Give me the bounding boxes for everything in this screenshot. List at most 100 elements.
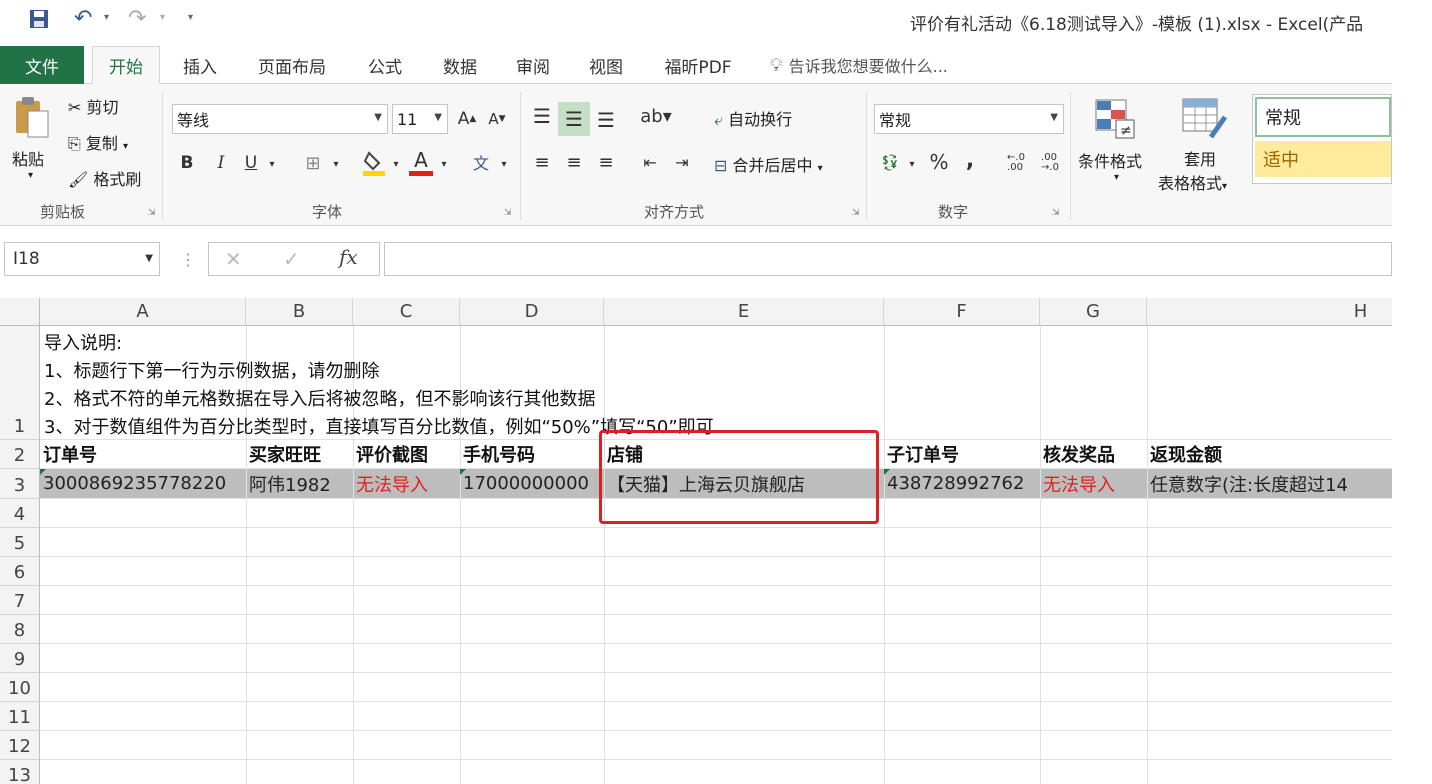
borders-dropdown-icon[interactable]: ▾ (330, 154, 342, 174)
align-middle-icon[interactable]: ☰ (558, 102, 590, 136)
alignment-launcher-icon[interactable]: ⇲ (852, 208, 860, 218)
underline-dropdown-icon[interactable]: ▾ (266, 154, 278, 174)
tab-foxit-pdf[interactable]: 福昕PDF (648, 46, 748, 84)
underline-button[interactable]: U (240, 150, 262, 176)
italic-button[interactable]: I (210, 150, 232, 176)
style-normal[interactable]: 常规 (1255, 97, 1391, 137)
formula-input[interactable] (384, 242, 1392, 276)
decrease-decimal-icon[interactable]: .00 →.0 (1036, 150, 1064, 176)
save-icon[interactable] (28, 8, 50, 34)
copy-button[interactable]: ⎘ 复制 ▾ (68, 130, 128, 154)
conditional-dropdown-icon[interactable]: ▾ (1114, 172, 1119, 183)
accounting-format-icon[interactable]: 💱︎ (876, 148, 904, 176)
fill-color-dropdown-icon[interactable]: ▾ (390, 154, 402, 174)
phonetic-icon[interactable]: 文 (466, 148, 496, 176)
row-header-9[interactable]: 9 (0, 644, 40, 673)
font-name-combo[interactable]: 等线 ▼ (172, 104, 388, 134)
row-header-4[interactable]: 4 (0, 499, 40, 528)
undo-icon[interactable]: ↶ (74, 6, 92, 31)
cell-sub-order-no[interactable]: 438728992762 (884, 469, 1040, 498)
row-header-10[interactable]: 10 (0, 673, 40, 702)
percent-button[interactable]: % (926, 148, 952, 176)
cell-buyer[interactable]: 阿伟1982 (246, 469, 353, 498)
font-color-icon[interactable]: A (408, 146, 434, 178)
tab-home[interactable]: 开始 (92, 46, 160, 84)
header-cell-cashback[interactable]: 返现金额 (1147, 440, 1392, 468)
undo-dropdown-icon[interactable]: ▾ (104, 12, 109, 23)
tab-insert[interactable]: 插入 (170, 46, 230, 84)
header-cell-phone[interactable]: 手机号码 (460, 440, 604, 468)
redo-icon[interactable]: ↷ (128, 6, 146, 31)
tell-me-box[interactable]: 💡︎ 告诉我您想要做什么... (770, 46, 948, 84)
paste-icon[interactable] (10, 94, 54, 140)
row-header-1[interactable]: 1 (0, 326, 40, 440)
format-as-table-icon[interactable] (1180, 96, 1228, 142)
cut-button[interactable]: ✂ 剪切 (68, 94, 119, 118)
row-header-6[interactable]: 6 (0, 557, 40, 586)
column-header-g[interactable]: G (1040, 298, 1147, 326)
header-cell-review-screenshot[interactable]: 评价截图 (353, 440, 460, 468)
column-header-c[interactable]: C (353, 298, 460, 326)
wrap-text-button[interactable]: ⤶ 自动换行 (714, 106, 792, 130)
align-top-icon[interactable]: ☰ (528, 102, 556, 130)
align-right-icon[interactable]: ≡ (592, 148, 620, 176)
header-cell-order-no[interactable]: 订单号 (40, 440, 246, 468)
column-header-b[interactable]: B (246, 298, 353, 326)
column-header-d[interactable]: D (460, 298, 604, 326)
decrease-indent-icon[interactable]: ⇤ (636, 148, 664, 176)
tab-view[interactable]: 视图 (576, 46, 636, 84)
row-header-12[interactable]: 12 (0, 731, 40, 760)
font-launcher-icon[interactable]: ⇲ (504, 208, 512, 218)
row-header-13[interactable]: 13 (0, 760, 40, 784)
increase-decimal-icon[interactable]: ←.0.00 (1002, 150, 1030, 176)
borders-icon[interactable]: ⊞ (300, 150, 326, 176)
tab-data[interactable]: 数据 (428, 46, 492, 84)
tab-page-layout[interactable]: 页面布局 (244, 46, 340, 84)
row-header-7[interactable]: 7 (0, 586, 40, 615)
increase-indent-icon[interactable]: ⇥ (668, 148, 696, 176)
copy-dropdown-icon[interactable]: ▾ (123, 141, 128, 152)
format-as-table-label-2[interactable]: 表格格式▾ (1158, 170, 1227, 194)
fill-color-icon[interactable] (360, 148, 388, 178)
column-header-h[interactable]: H (1147, 298, 1392, 326)
conditional-formatting-label[interactable]: 条件格式 (1078, 148, 1142, 172)
redo-dropdown-icon[interactable]: ▾ (160, 12, 165, 23)
number-format-combo[interactable]: 常规 ▼ (874, 104, 1064, 134)
row-header-5[interactable]: 5 (0, 528, 40, 557)
row-header-3[interactable]: 3 (0, 469, 40, 499)
accounting-dropdown-icon[interactable]: ▾ (906, 154, 918, 174)
insert-function-icon[interactable]: fx (339, 245, 358, 269)
cell-order-no[interactable]: 3000869235778220 (40, 469, 246, 498)
cell-phone[interactable]: 17000000000 (460, 469, 604, 498)
clipboard-launcher-icon[interactable]: ⇲ (148, 208, 156, 218)
row-header-2[interactable]: 2 (0, 440, 40, 469)
row-header-8[interactable]: 8 (0, 615, 40, 644)
align-center-icon[interactable]: ≡ (560, 148, 588, 176)
font-color-dropdown-icon[interactable]: ▾ (438, 154, 450, 174)
header-cell-sub-order-no[interactable]: 子订单号 (884, 440, 1040, 468)
merge-dropdown-icon[interactable]: ▾ (818, 163, 823, 174)
comma-button[interactable]: , (960, 146, 980, 174)
font-size-combo[interactable]: 11 ▼ (392, 104, 448, 134)
merge-center-button[interactable]: ⊟ 合并后居中 ▾ (714, 152, 823, 176)
bold-button[interactable]: B (176, 150, 198, 176)
enter-icon[interactable]: ✓ (283, 247, 300, 271)
header-cell-buyer[interactable]: 买家旺旺 (246, 440, 353, 468)
paste-dropdown-icon[interactable]: ▾ (28, 170, 33, 181)
increase-font-icon[interactable]: A ▲ (456, 106, 478, 132)
cell-styles-gallery[interactable]: 常规 适中 (1252, 94, 1392, 184)
align-bottom-icon[interactable]: ☰ (592, 106, 620, 134)
customize-qat-icon[interactable]: ▾ (188, 12, 193, 23)
row-header-11[interactable]: 11 (0, 702, 40, 731)
worksheet-grid[interactable]: A B C D E F G H 1 2 3 4 5 6 7 8 9 10 11 … (0, 298, 1392, 784)
name-box[interactable]: I18 ▼ (4, 242, 160, 276)
tab-formulas[interactable]: 公式 (352, 46, 418, 84)
cancel-icon[interactable]: ✕ (225, 247, 242, 271)
decrease-font-icon[interactable]: A ▼ (486, 106, 508, 132)
tab-review[interactable]: 审阅 (502, 46, 564, 84)
cell-prize[interactable]: 无法导入 (1040, 469, 1147, 498)
format-as-table-label-1[interactable]: 套用 (1184, 146, 1216, 170)
conditional-formatting-icon[interactable]: ≠ (1092, 96, 1140, 142)
align-left-icon[interactable]: ≡ (528, 148, 556, 176)
column-header-a[interactable]: A (40, 298, 246, 326)
